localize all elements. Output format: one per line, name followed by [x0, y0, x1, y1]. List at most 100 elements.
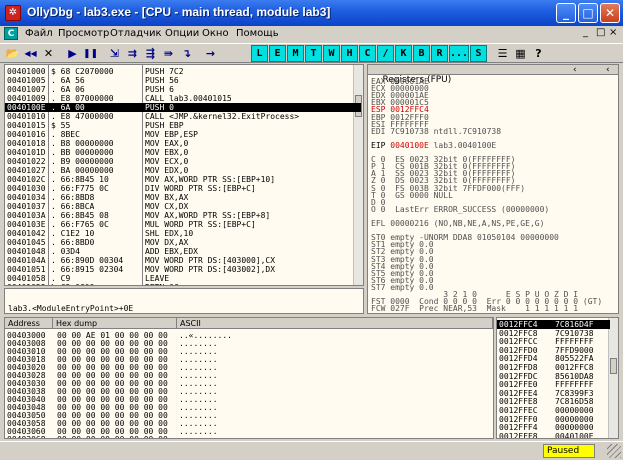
- disasm-asm: MOV EDX,0: [145, 166, 189, 175]
- register-line[interactable]: O 0 LastErr ERROR_SUCCESS (00000000): [371, 205, 549, 214]
- mdi-close-button[interactable]: ×: [609, 27, 617, 38]
- windows-button[interactable]: W: [323, 45, 340, 62]
- disasm-row[interactable]: 00401018 . B8 00000000 MOV EAX,0: [5, 139, 361, 148]
- registers-pane[interactable]: Registers (FPU) ‹ ‹ EAX 000001AE ECX 0000…: [367, 64, 619, 314]
- status-bar: Paused: [0, 441, 623, 460]
- step-over-icon[interactable]: ⇉: [124, 45, 141, 62]
- patches-button[interactable]: /: [377, 45, 394, 62]
- folder-open-icon[interactable]: 📂: [4, 45, 21, 62]
- register-line[interactable]: EFL 00000216 (NO,NB,NE,A,NS,PE,GE,G): [371, 219, 544, 228]
- source-button[interactable]: S: [470, 45, 487, 62]
- menu-help[interactable]: Помощь: [236, 28, 279, 39]
- register-line[interactable]: EDI 7C910738 ntdll.7C910738: [371, 127, 501, 136]
- disassembly-pane[interactable]: 00401000 $ 68 C2070000 PUSH 7C2 00401005 . 6…: [4, 64, 364, 286]
- rewind-icon[interactable]: ◀◀: [22, 45, 39, 62]
- disasm-row[interactable]: 00401005 . 6A 56 PUSH 56: [5, 76, 361, 85]
- disasm-row[interactable]: 00401058 . C9 LEAVE: [5, 274, 361, 283]
- disasm-row[interactable]: 00401048 . 03D4 ADD EBX,EDX: [5, 247, 361, 256]
- register-line[interactable]: FCW 027F Prec NEAR,53 Mask 1 1 1 1 1 1: [371, 304, 578, 313]
- close-icon[interactable]: ✕: [40, 45, 57, 62]
- disasm-hex: . 66:8BD8: [51, 193, 95, 202]
- disasm-row[interactable]: 00401037 . 66:8BCA MOV CX,DX: [5, 202, 361, 211]
- breakpoints-button[interactable]: B: [413, 45, 430, 62]
- memory-map-button[interactable]: M: [287, 45, 304, 62]
- mdi-restore-button[interactable]: □: [596, 27, 605, 38]
- stack-pane[interactable]: 0012FFC4 7C816D4F 0012FFC8 7C910738 0012FFCC…: [496, 317, 619, 439]
- menu-window[interactable]: Окно: [202, 28, 229, 39]
- disasm-asm: ADD EBX,EDX: [145, 247, 198, 256]
- cpu-button[interactable]: C: [359, 45, 376, 62]
- disasm-hex: . 66:8B45 10: [51, 175, 109, 184]
- next-view-icon[interactable]: ‹: [606, 65, 610, 75]
- executable-modules-button[interactable]: E: [269, 45, 286, 62]
- dump-header-hex[interactable]: Hex dump: [53, 318, 177, 329]
- step-into-icon[interactable]: ⇲: [106, 45, 123, 62]
- prev-view-icon[interactable]: ‹: [573, 65, 577, 75]
- minimize-button[interactable]: _: [556, 3, 576, 23]
- grid-view-icon[interactable]: ▦: [512, 45, 529, 62]
- memory-dump-pane[interactable]: Address Hex dump ASCII 00403000 00 00 AE …: [4, 317, 494, 439]
- cpu-window-icon[interactable]: C: [4, 27, 18, 40]
- trace-into-icon[interactable]: ⇶: [142, 45, 159, 62]
- title-bar[interactable]: ✲ OllyDbg - lab3.exe - [CPU - main threa…: [0, 0, 623, 26]
- disasm-hex: . 6A 00: [51, 103, 85, 112]
- disasm-row[interactable]: 00401010 . E8 47000000 CALL <JMP.&kernel32…: [5, 112, 361, 121]
- execute-till-return-icon[interactable]: ↴: [178, 45, 195, 62]
- disasm-row[interactable]: 00401022 . B9 00000000 MOV ECX,0: [5, 157, 361, 166]
- disasm-row[interactable]: 00401034 . 66:8BD8 MOV BX,AX: [5, 193, 361, 202]
- disasm-hex: . 66:8915 02304: [51, 265, 124, 274]
- pause-icon[interactable]: ❚❚: [82, 45, 99, 62]
- disasm-row[interactable]: 0040103E . 66:F765 0C MUL WORD PTR SS:[EBP…: [5, 220, 361, 229]
- stack-row[interactable]: 0012FFF8 0040100E: [497, 432, 610, 438]
- dump-header-address[interactable]: Address: [5, 318, 53, 329]
- mdi-minimize-button[interactable]: _: [583, 27, 588, 38]
- disasm-addr: 00401037: [7, 202, 46, 211]
- disasm-hex: . B8 00000000: [51, 139, 114, 148]
- threads-button[interactable]: T: [305, 45, 322, 62]
- scrollbar-thumb[interactable]: [610, 358, 617, 374]
- trace-over-icon[interactable]: ⇛: [160, 45, 177, 62]
- disasm-row[interactable]: 0040104A . 66:890D 00304 MOV WORD PTR DS:[…: [5, 256, 361, 265]
- registers-header[interactable]: Registers (FPU) ‹ ‹: [368, 65, 618, 85]
- disasm-row[interactable]: 00401015 $ 55 PUSH EBP: [5, 121, 361, 130]
- menu-file[interactable]: Файл: [25, 28, 53, 39]
- maximize-button[interactable]: □: [578, 3, 598, 23]
- disasm-row[interactable]: 00401059 L C2 0C00 RETN 0C: [5, 283, 361, 285]
- goto-icon[interactable]: →: [202, 45, 219, 62]
- app-icon[interactable]: ✲: [5, 5, 21, 21]
- disasm-row[interactable]: 0040103A . 66:8B45 08 MOV AX,WORD PTR SS:[…: [5, 211, 361, 220]
- disasm-row[interactable]: 00401051 . 66:8915 02304 MOV WORD PTR DS:[…: [5, 265, 361, 274]
- close-button[interactable]: ✕: [600, 3, 620, 23]
- disasm-addr: 0040101D: [7, 148, 46, 157]
- menu-debug[interactable]: Отладчик: [110, 28, 162, 39]
- resize-grip-icon[interactable]: [607, 444, 621, 458]
- disasm-hex: . C1E2 10: [51, 229, 95, 238]
- disasm-asm: PUSH 7C2: [145, 67, 184, 76]
- disasm-asm: MOV BX,AX: [145, 193, 189, 202]
- references-button[interactable]: R: [431, 45, 448, 62]
- disasm-row[interactable]: 00401000 $ 68 C2070000 PUSH 7C2: [5, 67, 361, 76]
- disasm-row[interactable]: 00401016 . 8BEC MOV EBP,ESP: [5, 130, 361, 139]
- disasm-row[interactable]: 0040101D . BB 00000000 MOV EBX,0: [5, 148, 361, 157]
- run-icon[interactable]: ▶: [64, 45, 81, 62]
- call-stack-button[interactable]: K: [395, 45, 412, 62]
- menu-options[interactable]: Опции: [165, 28, 199, 39]
- menu-view[interactable]: Просмотр: [58, 28, 109, 39]
- disasm-row[interactable]: 00401009 . E8 07000000 CALL lab3.00401015: [5, 94, 361, 103]
- list-view-icon[interactable]: ☰: [494, 45, 511, 62]
- dump-header-ascii[interactable]: ASCII: [177, 318, 493, 329]
- disasm-row[interactable]: 0040102C . 66:8B45 10 MOV AX,WORD PTR SS:[…: [5, 175, 361, 184]
- run-trace-button[interactable]: ...: [449, 45, 469, 62]
- disasm-row[interactable]: 00401030 . 66:F775 0C DIV WORD PTR SS:[EBP…: [5, 184, 361, 193]
- handles-button[interactable]: H: [341, 45, 358, 62]
- help-icon[interactable]: ?: [530, 45, 547, 62]
- disasm-asm: DIV WORD PTR SS:[EBP+C]: [145, 184, 256, 193]
- disasm-row[interactable]: 0040100E . 6A 00 PUSH 0: [5, 103, 361, 112]
- disasm-addr: 0040103A: [7, 211, 46, 220]
- disasm-row[interactable]: 00401007 . 6A 06 PUSH 6: [5, 85, 361, 94]
- disasm-row[interactable]: 00401042 . C1E2 10 SHL EDX,10: [5, 229, 361, 238]
- disasm-row[interactable]: 00401027 . BA 00000000 MOV EDX,0: [5, 166, 361, 175]
- disasm-row[interactable]: 00401045 . 66:8BD0 MOV DX,AX: [5, 238, 361, 247]
- register-line[interactable]: EIP 0040100E lab3.0040100E: [371, 141, 496, 150]
- log-window-button[interactable]: L: [251, 45, 268, 62]
